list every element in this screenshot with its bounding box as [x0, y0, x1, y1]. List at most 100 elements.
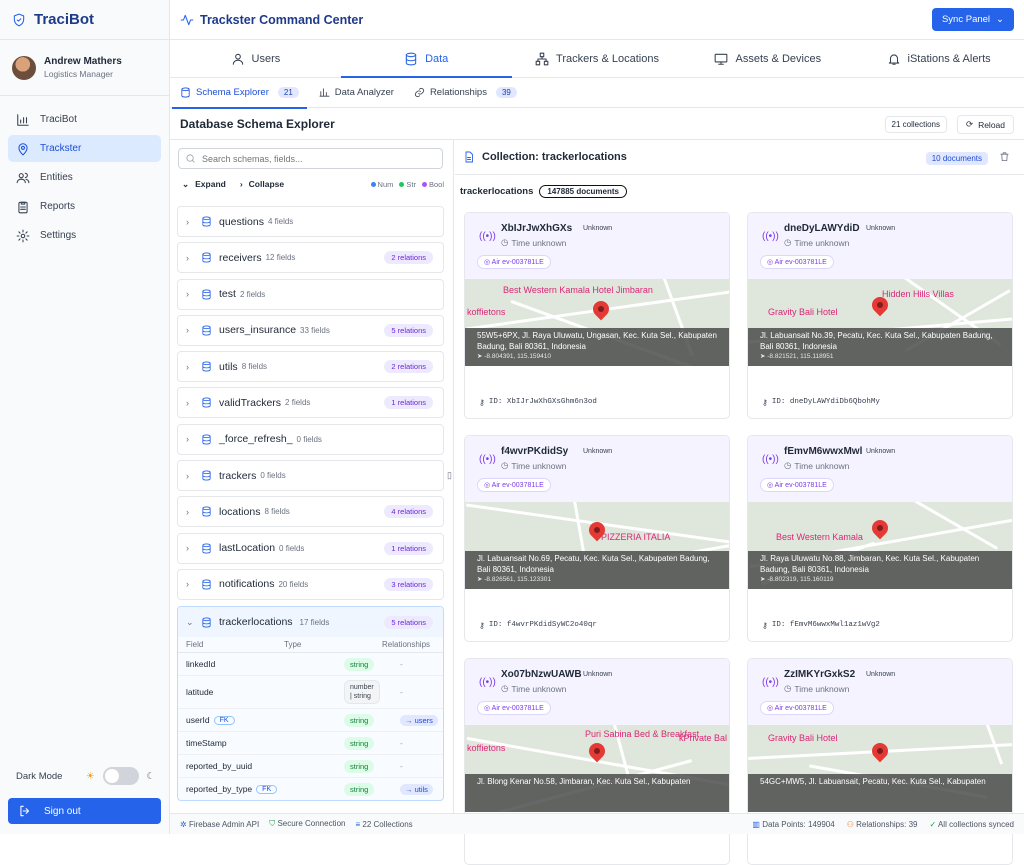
tab-label: Data Analyzer	[334, 87, 394, 98]
sidebar-nav: TraciBot Trackster Entities Reports Sett…	[0, 96, 169, 261]
sign-out-button[interactable]: Sign out	[8, 798, 161, 824]
collection-field-count: 33 fields	[300, 325, 330, 335]
tab-users[interactable]: Users	[170, 40, 341, 77]
sidebar-item-tracibot[interactable]: TraciBot	[8, 106, 161, 133]
collection-name: notifications	[219, 578, 275, 591]
device-tag: ◎ Air ev-003781LE	[760, 478, 834, 492]
relations-badge: 2 relations	[384, 251, 433, 265]
tab-schema-explorer[interactable]: Schema Explorer 21	[172, 78, 307, 109]
field-relationship: -	[400, 687, 403, 697]
signal-icon: ((•))	[479, 677, 496, 688]
clock-icon: ◷	[784, 683, 792, 693]
tab-relationships[interactable]: Relationships 39	[414, 78, 517, 108]
map-pin-icon[interactable]	[868, 739, 892, 763]
navigation-icon: ➤	[760, 353, 766, 360]
sidebar-item-trackster[interactable]: Trackster	[8, 135, 161, 162]
status-right: ▥ Data Points: 149904 ⚇ Relationships: 3…	[752, 820, 1014, 829]
key-icon: ⚷	[479, 621, 485, 630]
collection-item[interactable]: › questions 4 fields	[177, 206, 444, 237]
trash-icon[interactable]	[999, 151, 1010, 162]
collapse-button[interactable]: Collapse	[249, 179, 284, 189]
sidebar-item-reports[interactable]: Reports	[8, 193, 161, 220]
sidebar-item-entities[interactable]: Entities	[8, 164, 161, 191]
field-row[interactable]: userId FK string → users	[178, 709, 443, 732]
collection-item[interactable]: › validTrackers 2 fields 1 relations	[177, 387, 444, 419]
chevron-right-icon: ›	[186, 470, 189, 481]
collection-item[interactable]: › users_insurance 33 fields 5 relations	[177, 314, 444, 346]
document-card[interactable]: ((•)) XbIJrJwXhGXs Unknown ◷ Time unknown ◎ A…	[464, 212, 730, 419]
chevron-right-icon: ›	[186, 289, 189, 300]
clock-icon: ◷	[784, 460, 792, 470]
document-card[interactable]: ((•)) dneDyLAWYdiD Unknown ◷ Time unknown ◎ A…	[747, 212, 1013, 419]
collection-field-count: 4 fields	[267, 217, 294, 226]
full-document-id: ID: fEmvM6wwxMwl1az1wVg2	[771, 621, 880, 629]
resize-handle-icon[interactable]: ▯	[447, 470, 452, 481]
location-map[interactable]: Best Western Kamala Hotel Jimbaran koffie…	[465, 279, 729, 366]
expand-button[interactable]: Expand	[195, 179, 226, 189]
legend-str: Str	[399, 180, 416, 189]
field-relationship: -	[400, 761, 403, 771]
type-legend: Num Str Bool	[370, 180, 444, 189]
tab-data[interactable]: Data	[340, 40, 512, 78]
collection-item[interactable]: › utils 8 fields 2 relations	[177, 351, 444, 383]
location-map[interactable]: Best Western Kamala Jl. Raya Uluwatu No.8…	[748, 502, 1012, 589]
field-type: string	[344, 713, 375, 727]
collection-name: trackerlocations	[219, 616, 293, 628]
field-row[interactable]: reported_by_type FK string → utils	[178, 778, 443, 800]
expand-controls: ⌄ Expand › Collapse Num Str Bool	[182, 177, 444, 191]
tab-trackers-locations[interactable]: Trackers & Locations	[512, 40, 683, 77]
time-label: ◷ Time unknown	[501, 237, 567, 248]
clock-icon: ◷	[501, 683, 509, 693]
location-map[interactable]: Gravity Bali Hotel 54GC+MW5, Jl. Labuansa…	[748, 725, 1012, 812]
reload-label: Reload	[978, 119, 1005, 130]
tab-data-analyzer[interactable]: Data Analyzer	[319, 78, 394, 108]
location-map[interactable]: Gravity Bali Hotel Hidden Hills Villas Jl.…	[748, 279, 1012, 366]
collection-item[interactable]: › locations 8 fields 4 relations	[177, 496, 444, 528]
field-row[interactable]: timeStamp string -	[178, 732, 443, 755]
search-input[interactable]	[202, 153, 422, 164]
search-box[interactable]	[178, 148, 443, 169]
collection-item[interactable]: › _force_refresh_ 0 fields	[177, 423, 444, 455]
address-overlay: Jl. Labuansait No.69, Pecatu, Kec. Kuta …	[465, 551, 729, 589]
document-card[interactable]: ((•)) f4wvrPKdidSy Unknown ◷ Time unknown ◎ A…	[464, 435, 730, 642]
location-map[interactable]: Puri Sabina Bed & Breakfast koffietons kPr…	[465, 725, 729, 812]
sidebar-item-label: TraciBot	[40, 114, 77, 125]
field-row[interactable]: linkedId string -	[178, 653, 443, 676]
tab-label: iStations & Alerts	[907, 52, 991, 65]
collection-header[interactable]: ⌄ trackerlocations 17 fields 5 relations	[178, 607, 443, 637]
database-icon	[201, 470, 212, 481]
collection-item[interactable]: › receivers 12 fields 2 relations	[177, 242, 444, 274]
reload-button[interactable]: ⟳ Reload	[956, 115, 1014, 134]
dark-mode-toggle[interactable]	[102, 767, 139, 785]
tab-label: Assets & Devices	[735, 52, 822, 65]
document-card[interactable]: ((•)) fEmvM6wwxMwl Unknown ◷ Time unknown ◎ A…	[747, 435, 1013, 642]
collection-item[interactable]: › notifications 20 fields 3 relations	[177, 568, 444, 600]
collection-field-count: 2 fields	[285, 398, 311, 408]
field-row[interactable]: latitude number | string -	[178, 676, 443, 709]
chevron-right-icon: ›	[186, 361, 189, 372]
tab-assets-devices[interactable]: Assets & Devices	[682, 40, 853, 77]
field-relationship-link[interactable]: → utils	[400, 783, 433, 795]
user-icon	[231, 52, 245, 66]
field-row[interactable]: reported_by_uuid string -	[178, 755, 443, 778]
sidebar-item-settings[interactable]: Settings	[8, 222, 161, 249]
tab-istations-alerts[interactable]: iStations & Alerts	[853, 40, 1024, 77]
field-type: number | string	[344, 680, 380, 704]
field-name: userId	[186, 715, 210, 725]
collection-item[interactable]: › trackers 0 fields	[177, 460, 444, 492]
collection-item[interactable]: › lastLocation 0 fields 1 relations	[177, 532, 444, 564]
sync-panel-button[interactable]: Sync Panel ⌄	[931, 8, 1014, 31]
chevron-right-icon: ›	[186, 252, 189, 263]
brand[interactable]: TraciBot	[0, 0, 169, 40]
field-relationship-link[interactable]: → users	[400, 714, 438, 726]
database-icon	[201, 579, 212, 590]
tab-label: Relationships	[429, 87, 487, 98]
count-badge: 39	[495, 87, 517, 98]
collection-item[interactable]: › test 2 fields	[177, 278, 444, 310]
location-map[interactable]: PIZZERIA ITALIA Jl. Labuansait No.69, Pec…	[465, 502, 729, 589]
status-badge: Unknown	[583, 671, 613, 678]
document-id: Xo07bNzwUAWB	[501, 669, 582, 680]
bar-chart-icon	[319, 87, 330, 98]
user-profile[interactable]: Andrew Mathers Logistics Manager	[0, 40, 169, 96]
collection-item-expanded[interactable]: ⌄ trackerlocations 17 fields 5 relations…	[177, 606, 444, 801]
